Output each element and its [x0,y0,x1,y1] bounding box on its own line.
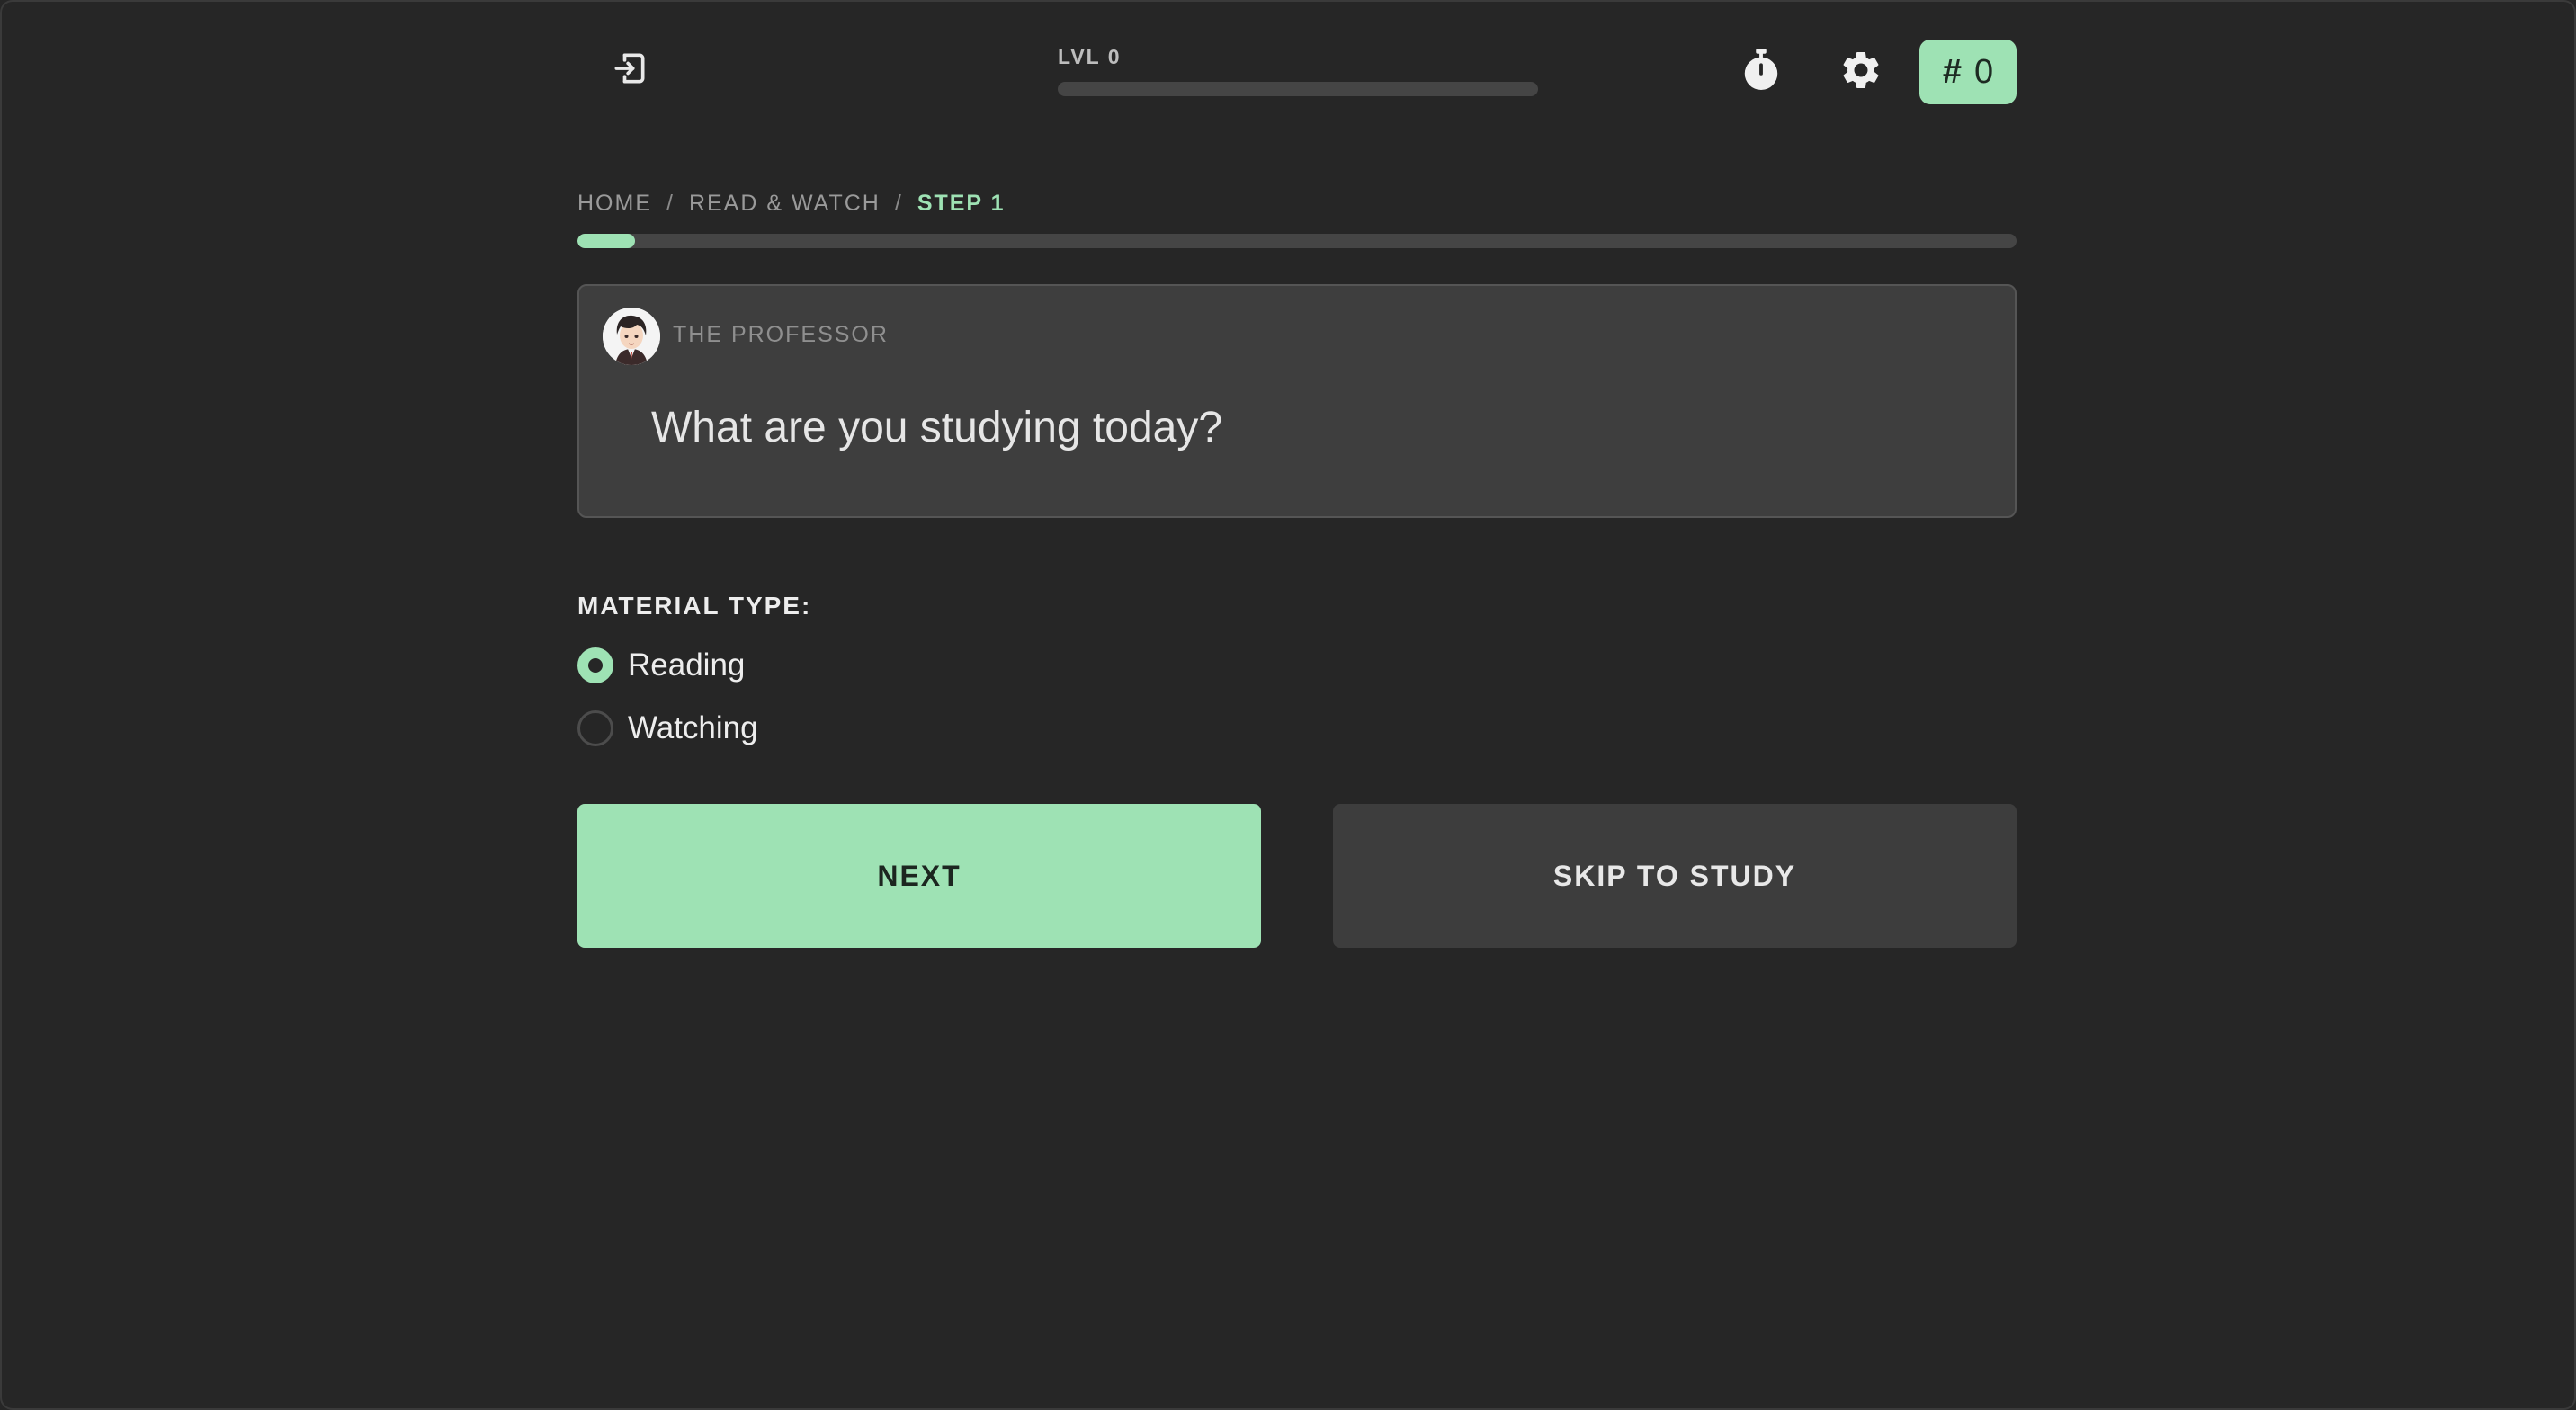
step-progress-fill [577,234,635,248]
hash-icon: # [1942,52,1962,91]
speaker-name: THE PROFESSOR [673,322,889,347]
radio-button-selected[interactable] [577,647,613,683]
breadcrumb-read-watch[interactable]: READ & WATCH [689,191,881,217]
skip-to-study-button[interactable]: SKIP TO STUDY [1333,804,2017,948]
breadcrumb: HOME / READ & WATCH / STEP 1 [577,189,1006,218]
exit-button[interactable] [595,36,664,104]
level-label: LVL 0 [1058,45,1122,68]
breadcrumb-separator: / [894,190,903,216]
count-value: 0 [1974,52,1994,91]
app-window: LVL 0 # 0 HOME / READ & WATCH / STEP 1 T… [0,0,2576,1410]
settings-button[interactable] [1829,38,1893,106]
main-container: LVL 0 # 0 HOME / READ & WATCH / STEP 1 T… [577,2,2017,948]
breadcrumb-separator: / [666,190,675,216]
radio-option-watching[interactable]: Watching [577,709,758,748]
level-indicator: LVL 0 [1058,45,1538,96]
professor-message: What are you studying today? [651,404,1223,451]
radio-label-reading: Reading [628,647,746,683]
top-bar: LVL 0 # 0 [577,2,2017,146]
count-badge[interactable]: # 0 [1919,40,2017,104]
step-progress-bar [577,234,2017,248]
radio-option-reading[interactable]: Reading [577,646,745,685]
stopwatch-icon [1740,47,1782,98]
breadcrumb-current-step: STEP 1 [917,190,1006,216]
gear-icon [1838,48,1883,97]
material-type-label: MATERIAL TYPE: [577,592,812,620]
level-progress-bar [1058,82,1538,96]
radio-label-watching: Watching [628,710,758,745]
exit-icon [610,49,649,93]
next-button[interactable]: NEXT [577,804,1261,948]
professor-message-card: THE PROFESSOR What are you studying toda… [577,284,2017,518]
breadcrumb-home[interactable]: HOME [577,191,652,217]
timer-button[interactable] [1729,38,1793,106]
avatar [603,308,660,365]
radio-button-unselected[interactable] [577,710,613,746]
